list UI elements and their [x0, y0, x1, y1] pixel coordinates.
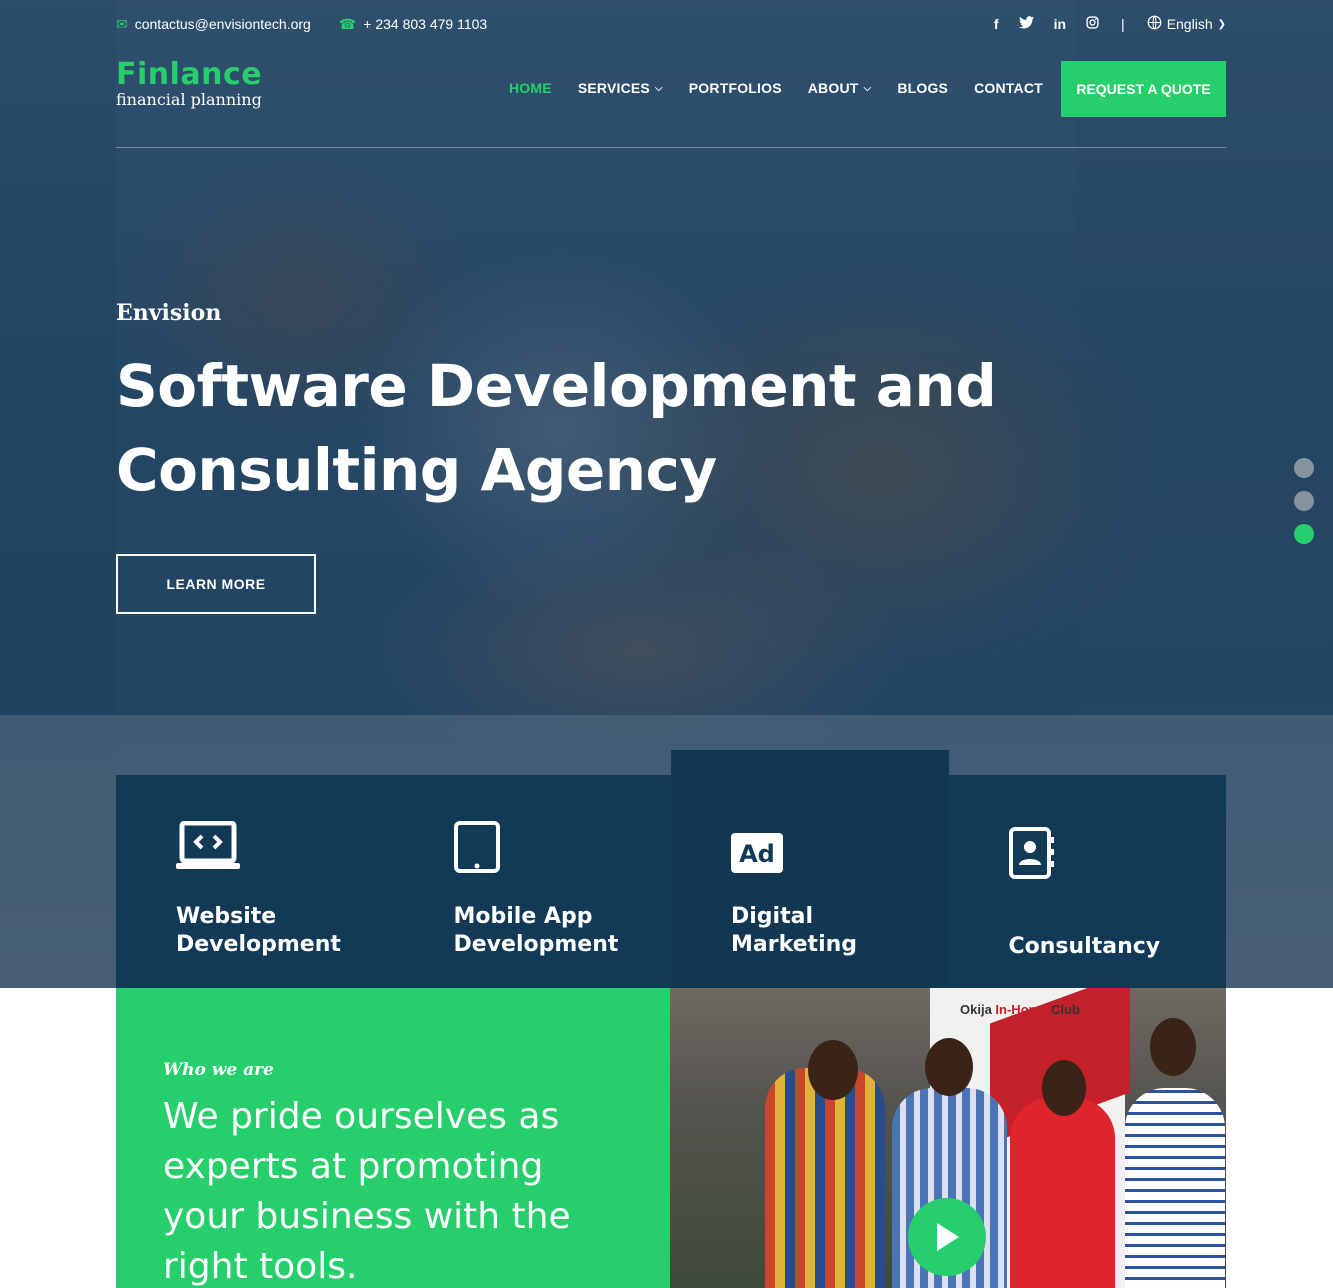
- banner-text: Okija In-Home Club: [960, 1002, 1080, 1017]
- about-text: We pride ourselves as experts at promoti…: [163, 1096, 571, 1287]
- main-nav: HOME SERVICES ⌵ PORTFOLIOS ABOUT ⌵ BLOGS C…: [496, 80, 1056, 96]
- slider-dot-1[interactable]: [1294, 458, 1314, 478]
- laptop-code-icon: [176, 815, 334, 873]
- ad-icon: Ad: [731, 815, 889, 873]
- person-1: [765, 1068, 885, 1288]
- service-card-mobile[interactable]: Mobile App Development: [393, 775, 671, 988]
- slider-dots: [1294, 458, 1314, 544]
- globe-icon: [1147, 15, 1162, 33]
- nav-blogs[interactable]: BLOGS: [884, 80, 961, 96]
- phone-icon: ☎: [338, 15, 357, 32]
- logo-tagline: financial planning: [116, 90, 262, 109]
- service-card-marketing[interactable]: Ad Digital Marketing: [671, 750, 949, 988]
- services-row: Website Development Mobile App Development…: [116, 750, 1226, 988]
- svg-text:Ad: Ad: [739, 840, 775, 868]
- top-bar: ✉ contactus@envisiontech.org ☎ + 234 803…: [116, 10, 1226, 38]
- contact-phone[interactable]: ☎ + 234 803 479 1103: [339, 16, 487, 33]
- person-2-head: [925, 1038, 973, 1096]
- person-1-head: [808, 1040, 858, 1100]
- play-video-button[interactable]: [908, 1198, 986, 1276]
- twitter-icon[interactable]: [1018, 16, 1034, 32]
- phone-text: + 234 803 479 1103: [363, 16, 488, 32]
- facebook-icon[interactable]: f: [994, 16, 999, 32]
- slider-dot-3[interactable]: [1294, 524, 1314, 544]
- hero-eyebrow: Envision: [116, 300, 222, 326]
- site-logo[interactable]: Finlance financial planning: [116, 56, 262, 109]
- language-label: English: [1166, 16, 1213, 32]
- hero-content: Envision Software Development and Consult…: [116, 300, 1016, 614]
- service-card-consultancy[interactable]: Consultancy: [948, 775, 1226, 988]
- nav-home[interactable]: HOME: [496, 80, 565, 96]
- nav-services[interactable]: SERVICES ⌵: [565, 80, 676, 96]
- chevron-down-icon: ⌵: [863, 82, 872, 94]
- tablet-icon: [453, 815, 612, 873]
- topbar-separator: |: [1121, 16, 1125, 32]
- learn-more-button[interactable]: LEARN MORE: [116, 554, 316, 614]
- person-3: [1010, 1098, 1115, 1288]
- nav-contact[interactable]: CONTACT: [961, 80, 1056, 96]
- nav-portfolios[interactable]: PORTFOLIOS: [676, 80, 795, 96]
- service-title: Website Development: [176, 904, 341, 957]
- chevron-down-icon: ⌵: [654, 82, 663, 94]
- envelope-icon: ✉: [116, 15, 128, 32]
- service-title: Mobile App Development: [453, 904, 619, 957]
- logo-name: Finlance: [116, 57, 263, 92]
- contact-book-icon: [1008, 827, 1055, 884]
- email-text: contactus@envisiontech.org: [134, 16, 311, 32]
- chevron-down-icon: ❯: [1217, 18, 1226, 30]
- nav-about[interactable]: ABOUT ⌵: [795, 80, 885, 96]
- social-links: f in | English ❯: [994, 15, 1226, 33]
- about-eyebrow: Who we are: [163, 1060, 274, 1080]
- slider-dot-2[interactable]: [1294, 491, 1314, 511]
- team-photo: Okija In-Home Club: [670, 988, 1226, 1288]
- service-title: Digital Marketing: [731, 904, 858, 957]
- request-quote-button[interactable]: REQUEST A QUOTE: [1061, 61, 1226, 117]
- person-4: [1125, 1088, 1225, 1288]
- person-4-head: [1150, 1018, 1196, 1076]
- instagram-icon[interactable]: [1086, 16, 1099, 32]
- contact-email[interactable]: ✉ contactus@envisiontech.org: [116, 16, 311, 33]
- main-header: Finlance financial planning HOME SERVICE…: [116, 56, 1226, 148]
- hero-title: Software Development and Consulting Agenc…: [116, 352, 997, 504]
- linkedin-icon[interactable]: in: [1054, 16, 1066, 32]
- language-selector[interactable]: English ❯: [1147, 15, 1226, 33]
- person-3-head: [1042, 1060, 1086, 1116]
- service-title: Consultancy: [1008, 934, 1161, 959]
- play-icon: [937, 1223, 959, 1251]
- who-we-are-section: Who we are We pride ourselves as experts…: [116, 988, 670, 1288]
- service-card-website[interactable]: Website Development: [116, 775, 394, 988]
